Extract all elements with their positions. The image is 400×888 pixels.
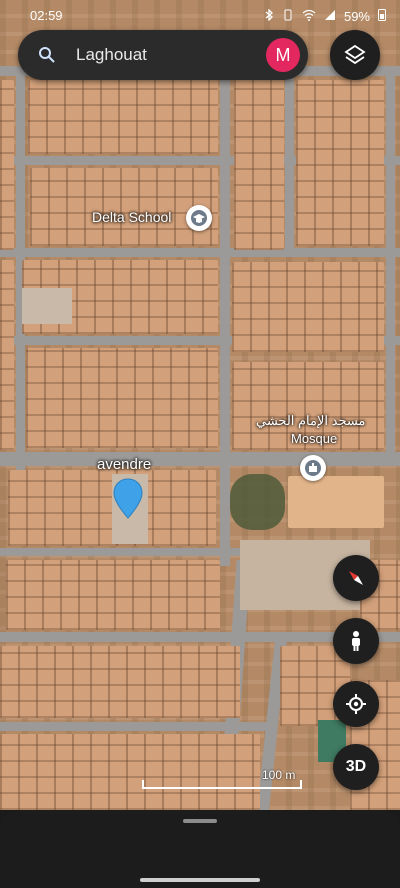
- scale-line: [142, 787, 302, 789]
- signal-icon: [324, 9, 336, 24]
- school-marker[interactable]: [186, 205, 212, 231]
- home-indicator[interactable]: [140, 878, 260, 882]
- wifi-icon: [302, 9, 316, 24]
- school-label[interactable]: Delta School: [92, 209, 171, 225]
- mosque-marker[interactable]: [300, 455, 326, 481]
- road: [0, 452, 400, 466]
- battery-percentage: 59%: [343, 8, 370, 24]
- city-block: [26, 348, 218, 448]
- city-block: [6, 560, 220, 630]
- city-block: [232, 262, 384, 352]
- my-location-icon: [346, 694, 366, 714]
- school-icon: [191, 210, 207, 226]
- road: [0, 248, 400, 257]
- scale-bar: 100 m: [142, 768, 322, 792]
- city-block: [296, 80, 384, 246]
- status-icons: 59%: [264, 7, 386, 24]
- avatar[interactable]: M: [266, 38, 300, 72]
- scale-tick: [142, 780, 144, 789]
- city-block: [0, 646, 240, 718]
- vibrate-icon: [282, 9, 294, 24]
- road: [386, 66, 395, 466]
- pegman-icon: [352, 631, 360, 651]
- bottom-sheet[interactable]: [0, 810, 400, 888]
- sheet-drag-handle[interactable]: [183, 819, 217, 823]
- bluetooth-icon: [264, 7, 274, 24]
- battery-icon: [378, 8, 386, 24]
- road: [0, 548, 240, 556]
- mosque-building: [288, 476, 384, 528]
- status-bar: 02:59 59%: [0, 0, 400, 28]
- search-icon[interactable]: [36, 44, 58, 66]
- my-location-button[interactable]: [333, 681, 379, 727]
- layers-button[interactable]: [330, 30, 380, 80]
- city-block: [0, 734, 260, 810]
- status-time: 02:59: [30, 8, 63, 23]
- city-block: [0, 260, 14, 450]
- layers-icon: [344, 44, 366, 65]
- compass-icon: [349, 571, 363, 585]
- city-block: [234, 80, 284, 250]
- 3d-button[interactable]: 3D: [333, 744, 379, 790]
- search-bar[interactable]: Laghouat M: [18, 30, 308, 80]
- scale-tick: [300, 780, 302, 789]
- road: [220, 66, 230, 566]
- location-pin-icon[interactable]: [112, 478, 144, 520]
- vegetation: [230, 474, 285, 530]
- city-block: [28, 80, 218, 154]
- pin-label[interactable]: avendre: [97, 456, 151, 473]
- street-view-button[interactable]: [333, 618, 379, 664]
- mosque-label[interactable]: Mosque: [291, 431, 337, 446]
- scale-label: 100 m: [262, 768, 296, 782]
- mosque-icon: [305, 460, 321, 476]
- road: [285, 66, 294, 256]
- yard: [22, 288, 72, 324]
- city-block: [0, 80, 14, 250]
- search-input[interactable]: Laghouat: [76, 45, 147, 65]
- compass-button[interactable]: [333, 555, 379, 601]
- mosque-arabic-label[interactable]: مسجد الإمام الحشي: [256, 413, 365, 429]
